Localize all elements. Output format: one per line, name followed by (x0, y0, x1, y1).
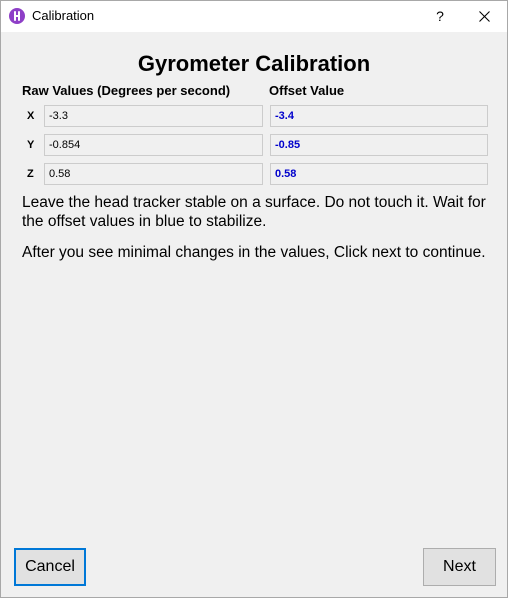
raw-value-z-field[interactable]: 0.58 (44, 163, 263, 185)
calibration-dialog: Calibration ? Gyrometer Calibration Raw … (0, 0, 508, 598)
axis-label-y: Y (27, 139, 35, 151)
close-icon (479, 11, 490, 22)
raw-value-x-field[interactable]: -3.3 (44, 105, 263, 127)
offset-value-header: Offset Value (269, 83, 345, 98)
offset-value-y-field[interactable]: -0.85 (270, 134, 488, 156)
next-button[interactable]: Next (423, 548, 496, 586)
offset-value-z-field[interactable]: 0.58 (270, 163, 488, 185)
raw-value-y-field[interactable]: -0.854 (44, 134, 263, 156)
window-title: Calibration (32, 8, 95, 23)
offset-value-x-field[interactable]: -3.4 (270, 105, 488, 127)
raw-values-header: Raw Values (Degrees per second) (22, 83, 231, 98)
title-bar[interactable]: Calibration ? (1, 1, 507, 32)
close-button[interactable] (462, 1, 507, 32)
instruction-text-continue: After you see minimal changes in the val… (22, 244, 486, 261)
app-logo-icon (9, 8, 25, 24)
cancel-button[interactable]: Cancel (14, 548, 86, 586)
axis-label-z: Z (27, 168, 34, 180)
axis-label-x: X (27, 110, 35, 122)
help-button[interactable]: ? (425, 1, 455, 32)
page-title: Gyrometer Calibration (137, 51, 371, 76)
instruction-text-stabilize: Leave the head tracker stable on a surfa… (22, 194, 486, 230)
